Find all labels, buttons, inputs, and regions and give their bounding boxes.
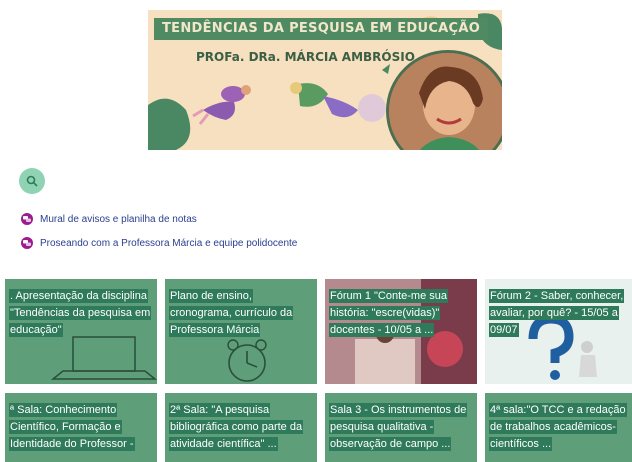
tile-sala-3[interactable]: Sala 3 - Os instrumentos de pesquisa qua… xyxy=(325,393,477,462)
tile-sala-1[interactable]: ª Sala: Conhecimento Científico, Formaçã… xyxy=(5,393,157,462)
diver-right-illustration xyxy=(290,82,358,118)
tile-label: . Apresentação da disciplina "Tendências… xyxy=(9,289,152,337)
tile-label: ª Sala: Conhecimento Científico, Formaçã… xyxy=(9,403,135,451)
course-banner: TENDÊNCIAS DA PESQUISA EM EDUCAÇÃO PROFa… xyxy=(148,10,502,150)
diver-left-illustration xyxy=(192,85,251,125)
link-proseando[interactable]: Proseando com a Professora Márcia e equi… xyxy=(21,237,297,249)
tile-apresentacao[interactable]: . Apresentação da disciplina "Tendências… xyxy=(5,279,157,384)
search-button[interactable] xyxy=(19,168,45,194)
tile-label: Plano de ensino, cronograma, currículo d… xyxy=(169,289,294,337)
banner-subtitle: PROFa. DRa. MÁRCIA AMBRÓSIO xyxy=(196,50,415,64)
tile-forum-1[interactable]: Fórum 1 "Conte-me sua história: "escre(v… xyxy=(325,279,477,384)
forum-icon xyxy=(21,237,33,249)
banner-title: TENDÊNCIAS DA PESQUISA EM EDUCAÇÃO xyxy=(154,18,489,40)
tile-label: Fórum 2 - Saber, conhecer, avaliar, por … xyxy=(489,289,625,337)
link-mural-avisos[interactable]: Mural de avisos e planilha de notas xyxy=(21,213,197,225)
tile-label: 4ª sala:"O TCC e a redação de trabalhos … xyxy=(489,403,627,451)
tile-label: 2ª Sala: "A pesquisa bibliográfica como … xyxy=(169,403,304,451)
tile-label: Fórum 1 "Conte-me sua história: "escre(v… xyxy=(329,289,449,337)
professor-photo xyxy=(386,50,502,150)
tile-sala-2[interactable]: 2ª Sala: "A pesquisa bibliográfica como … xyxy=(165,393,317,462)
tile-forum-2[interactable]: Fórum 2 - Saber, conhecer, avaliar, por … xyxy=(485,279,632,384)
link-label: Mural de avisos e planilha de notas xyxy=(40,213,197,225)
link-label: Proseando com a Professora Márcia e equi… xyxy=(40,237,298,249)
tile-sala-4[interactable]: 4ª sala:"O TCC e a redação de trabalhos … xyxy=(485,393,632,462)
forum-icon xyxy=(21,213,33,225)
search-icon xyxy=(26,175,38,187)
tile-label: Sala 3 - Os instrumentos de pesquisa qua… xyxy=(329,403,468,451)
tile-plano-de-ensino[interactable]: Plano de ensino, cronograma, currículo d… xyxy=(165,279,317,384)
